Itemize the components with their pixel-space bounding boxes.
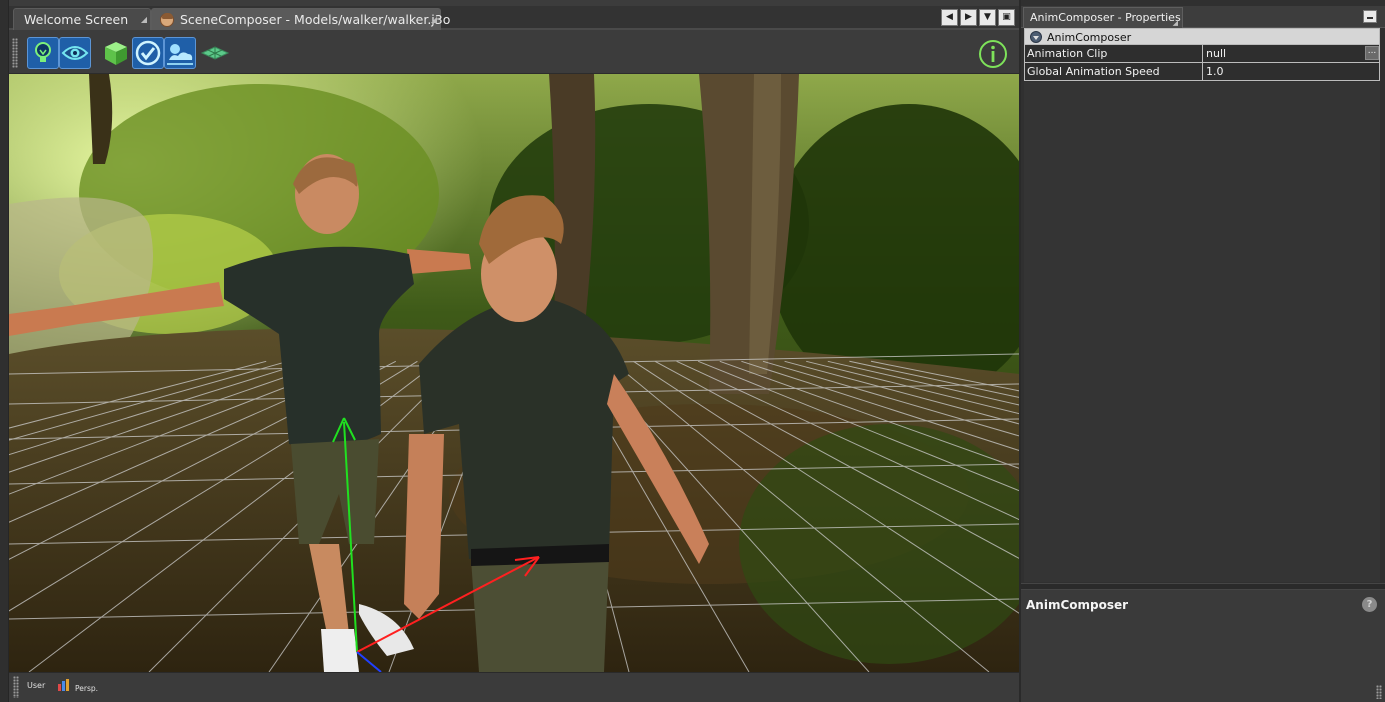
property-sheet-empty-area xyxy=(1024,82,1380,582)
viewport-statusbar: User Persp. xyxy=(9,672,1019,702)
scroll-right-icon[interactable]: ▶ xyxy=(960,9,977,26)
property-name: Animation Clip xyxy=(1025,45,1203,62)
light-bulb-icon[interactable] xyxy=(27,37,59,69)
property-category[interactable]: AnimComposer xyxy=(1024,28,1380,45)
statusbar-grip[interactable] xyxy=(13,676,19,698)
collapse-toggle-icon[interactable] xyxy=(1030,31,1042,43)
property-row-global-speed[interactable]: Global Animation Speed 1.0 xyxy=(1024,63,1380,81)
tab-close-icon[interactable]: ◢ xyxy=(431,16,437,24)
editor-area: Welcome Screen ◢ SceneComposer - Models/… xyxy=(0,0,1019,702)
scene-viewport[interactable] xyxy=(9,74,1019,672)
description-title: AnimComposer xyxy=(1026,598,1129,612)
model-file-icon xyxy=(160,13,174,27)
property-name: Global Animation Speed xyxy=(1025,63,1203,80)
properties-panel: AnimComposer - Properties ◢ AnimComposer… xyxy=(1019,0,1385,702)
panel-splitter[interactable] xyxy=(1021,583,1385,590)
tab-controls: ◀ ▶ ▼ ▣ xyxy=(941,9,1015,26)
tab-label: AnimComposer - Properties xyxy=(1030,11,1181,24)
eye-icon[interactable] xyxy=(59,37,91,69)
maximize-icon[interactable]: ▣ xyxy=(998,9,1015,26)
minimize-icon[interactable] xyxy=(1363,10,1377,23)
perspective-icon[interactable] xyxy=(57,678,71,692)
grid-plane-icon[interactable] xyxy=(199,37,231,69)
property-row-animation-clip[interactable]: Animation Clip null ... xyxy=(1024,45,1380,63)
sky-icon[interactable] xyxy=(164,37,196,69)
property-value-global-speed[interactable]: 1.0 xyxy=(1203,63,1379,80)
tab-label: Welcome Screen xyxy=(24,12,129,27)
property-sheet: AnimComposer Animation Clip null ... Glo… xyxy=(1024,28,1380,81)
check-icon[interactable] xyxy=(132,37,164,69)
projection-mode-label[interactable]: Persp. xyxy=(75,684,98,693)
view-mode-label[interactable]: User xyxy=(27,681,45,690)
tab-scene-composer[interactable]: SceneComposer - Models/walker/walker.j3o… xyxy=(151,8,450,30)
left-edge-strip xyxy=(0,0,9,702)
tab-label: SceneComposer - Models/walker/walker.j3o xyxy=(180,12,451,27)
help-icon[interactable]: ? xyxy=(1362,597,1377,612)
property-value-animation-clip[interactable]: null ... xyxy=(1203,45,1379,62)
scroll-left-icon[interactable]: ◀ xyxy=(941,9,958,26)
scene-toolbar xyxy=(9,32,1019,74)
dropdown-icon[interactable]: ▼ xyxy=(979,9,996,26)
tab-close-icon[interactable]: ◢ xyxy=(141,16,147,24)
properties-tabbar: AnimComposer - Properties ◢ xyxy=(1021,6,1385,28)
tab-properties[interactable]: AnimComposer - Properties ◢ xyxy=(1023,7,1183,28)
tab-welcome-screen[interactable]: Welcome Screen ◢ xyxy=(13,8,151,30)
edit-ellipsis-button[interactable]: ... xyxy=(1365,46,1379,60)
category-label: AnimComposer xyxy=(1047,31,1132,44)
description-area: AnimComposer ? xyxy=(1021,590,1385,702)
scene-render xyxy=(9,74,1019,672)
property-value-text: null xyxy=(1206,47,1227,60)
editor-tabbar: Welcome Screen ◢ SceneComposer - Models/… xyxy=(9,6,1019,30)
toolbar-grip[interactable] xyxy=(12,38,18,68)
panel-resize-grip[interactable] xyxy=(1376,685,1382,699)
cube-icon[interactable] xyxy=(100,37,132,69)
info-icon[interactable] xyxy=(977,38,1009,70)
